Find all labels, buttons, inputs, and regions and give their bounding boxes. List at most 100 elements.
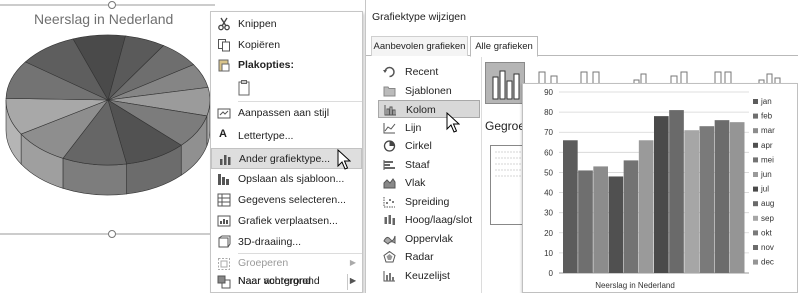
pie-chart-area[interactable]: Neerslag in Nederland — [0, 0, 215, 293]
chart-thumbnail-preview[interactable] — [490, 145, 526, 225]
paste-option-button[interactable] — [211, 76, 362, 100]
menu-item-label: Gegevens selecteren... — [238, 194, 346, 206]
paste-icon — [218, 59, 230, 72]
chart-type-radar[interactable]: Radar — [378, 248, 480, 266]
bar-dec[interactable] — [729, 122, 745, 273]
submenu-divider — [347, 274, 348, 289]
chart-type-area[interactable]: Vlak — [378, 174, 480, 192]
bar-okt[interactable] — [699, 126, 715, 273]
legend-swatch — [753, 259, 758, 265]
menu-item-move-chart[interactable]: Grafiek verplaatsen... — [211, 211, 362, 232]
menu-item-label: Naar achtergrond — [238, 275, 320, 287]
menu-item-label: Knippen — [238, 18, 277, 30]
chart-title[interactable]: Neerslag in Nederland — [34, 11, 173, 27]
bar-chart-icon — [383, 159, 395, 170]
bar-jul[interactable] — [654, 116, 669, 273]
bar-mar[interactable] — [593, 166, 608, 273]
menu-separator — [238, 253, 362, 254]
rotation-3d-icon — [218, 235, 231, 248]
resize-handle-top[interactable] — [108, 1, 116, 9]
tab-all-charts[interactable]: Alle grafieken — [470, 36, 538, 57]
legend-label: aug — [761, 199, 774, 208]
tab-recommended-charts[interactable]: Aanbevolen grafieken — [371, 36, 468, 56]
chart-type-scatter[interactable]: Spreiding — [378, 193, 480, 211]
recent-icon — [383, 66, 395, 78]
legend-swatch — [753, 245, 758, 250]
chart-type-label: Kolom — [406, 104, 436, 116]
legend-swatch — [753, 113, 758, 119]
menu-item-save-as-template[interactable]: Opslaan als sjabloon... — [211, 169, 362, 190]
menu-item-label: Ander grafiektype... — [239, 153, 331, 165]
menu-separator — [238, 101, 362, 102]
reset-style-icon — [217, 108, 231, 119]
scatter-chart-icon — [383, 196, 395, 207]
column-chart-preview[interactable]: 0 10 20 30 40 50 60 70 80 90 jan feb mar apr mei jun ju… — [522, 83, 798, 293]
chart-type-line[interactable]: Lijn — [378, 119, 480, 137]
stock-chart-icon — [384, 215, 395, 225]
bar-mei[interactable] — [623, 160, 639, 273]
menu-item-font[interactable]: A Lettertype... — [211, 126, 362, 147]
mouse-cursor-icon — [337, 149, 351, 170]
legend-label: feb — [761, 112, 773, 121]
chart-type-column[interactable]: Kolom — [378, 100, 480, 118]
chart-type-label: Cirkel — [405, 140, 432, 152]
menu-item-send-backward[interactable]: Naar achtergrond ▶ — [211, 272, 362, 292]
menu-item-cut[interactable]: Knippen — [211, 14, 362, 35]
y-tick-label: 20 — [544, 229, 553, 238]
bar-jan[interactable] — [563, 140, 578, 273]
menu-item-label: Aanpassen aan stijl — [238, 107, 330, 119]
bar-aug[interactable] — [669, 110, 684, 273]
chart-type-bar[interactable]: Staaf — [378, 156, 480, 174]
x-axis-label: Neerslag in Nederland — [595, 281, 675, 290]
select-data-icon — [217, 193, 231, 207]
chart-type-pie[interactable]: Cirkel — [378, 137, 480, 155]
y-tick-label: 0 — [549, 269, 554, 278]
menu-item-label: Plakopties: — [238, 59, 295, 71]
clustered-column-icon — [492, 70, 520, 100]
chart-type-templates[interactable]: Sjablonen — [378, 82, 480, 100]
column-chart-svg: 0 10 20 30 40 50 60 70 80 90 jan feb mar apr mei jun ju… — [544, 88, 775, 290]
send-backward-icon — [217, 275, 231, 289]
surface-chart-icon — [383, 235, 396, 245]
menu-item-label: Groeperen — [238, 257, 289, 269]
bar-nov[interactable] — [714, 120, 730, 274]
resize-handle-bottom[interactable] — [108, 230, 116, 238]
pie-chart[interactable] — [0, 0, 215, 293]
menu-item-3d-rotation[interactable]: 3D-draaiing... — [211, 232, 362, 253]
menu-item-copy[interactable]: Kopiëren — [211, 35, 362, 56]
legend-label: okt — [761, 228, 772, 237]
legend-label: jul — [760, 185, 769, 194]
folder-icon — [383, 86, 396, 96]
panel-divider — [481, 57, 482, 293]
y-tick-label: 10 — [544, 249, 553, 258]
legend-swatch — [753, 201, 758, 207]
legend-label: mei — [761, 155, 774, 164]
chart-type-surface[interactable]: Oppervlak — [378, 230, 480, 248]
legend-swatch — [753, 172, 758, 177]
submenu-arrow-icon[interactable]: ▶ — [350, 276, 356, 285]
y-tick-label: 40 — [544, 189, 553, 198]
bar-jun[interactable] — [638, 140, 654, 273]
chart-type-label: Lijn — [405, 121, 422, 134]
bar-sep[interactable] — [684, 130, 699, 273]
chart-type-stock[interactable]: Hoog/laag/slot — [378, 211, 480, 229]
menu-item-select-data[interactable]: Gegevens selecteren... — [211, 190, 362, 211]
paste-option-icon — [238, 79, 250, 95]
menu-item-paste-options: Plakopties: — [211, 55, 362, 76]
legend-label: sep — [761, 214, 774, 223]
bar-apr[interactable] — [608, 176, 624, 273]
group-icon — [218, 258, 230, 270]
font-icon: A — [219, 128, 227, 140]
subtype-clustered-column[interactable] — [485, 62, 525, 104]
chart-type-combo[interactable]: Keuzelijst — [378, 267, 480, 285]
chart-type-recent[interactable]: Recent — [378, 63, 480, 81]
chart-type-label: Oppervlak — [405, 232, 453, 245]
dialog-tabs: Aanbevolen grafieken Alle grafieken — [366, 36, 798, 57]
legend-label: apr — [761, 141, 773, 150]
menu-item-reset-to-style[interactable]: Aanpassen aan stijl — [211, 103, 362, 124]
chart-type-label: Sjablonen — [405, 84, 452, 97]
bar-feb[interactable] — [578, 170, 593, 273]
move-chart-icon — [217, 215, 231, 227]
scissors-icon — [218, 17, 230, 31]
dialog-title: Grafiektype wijzigen — [372, 11, 466, 23]
